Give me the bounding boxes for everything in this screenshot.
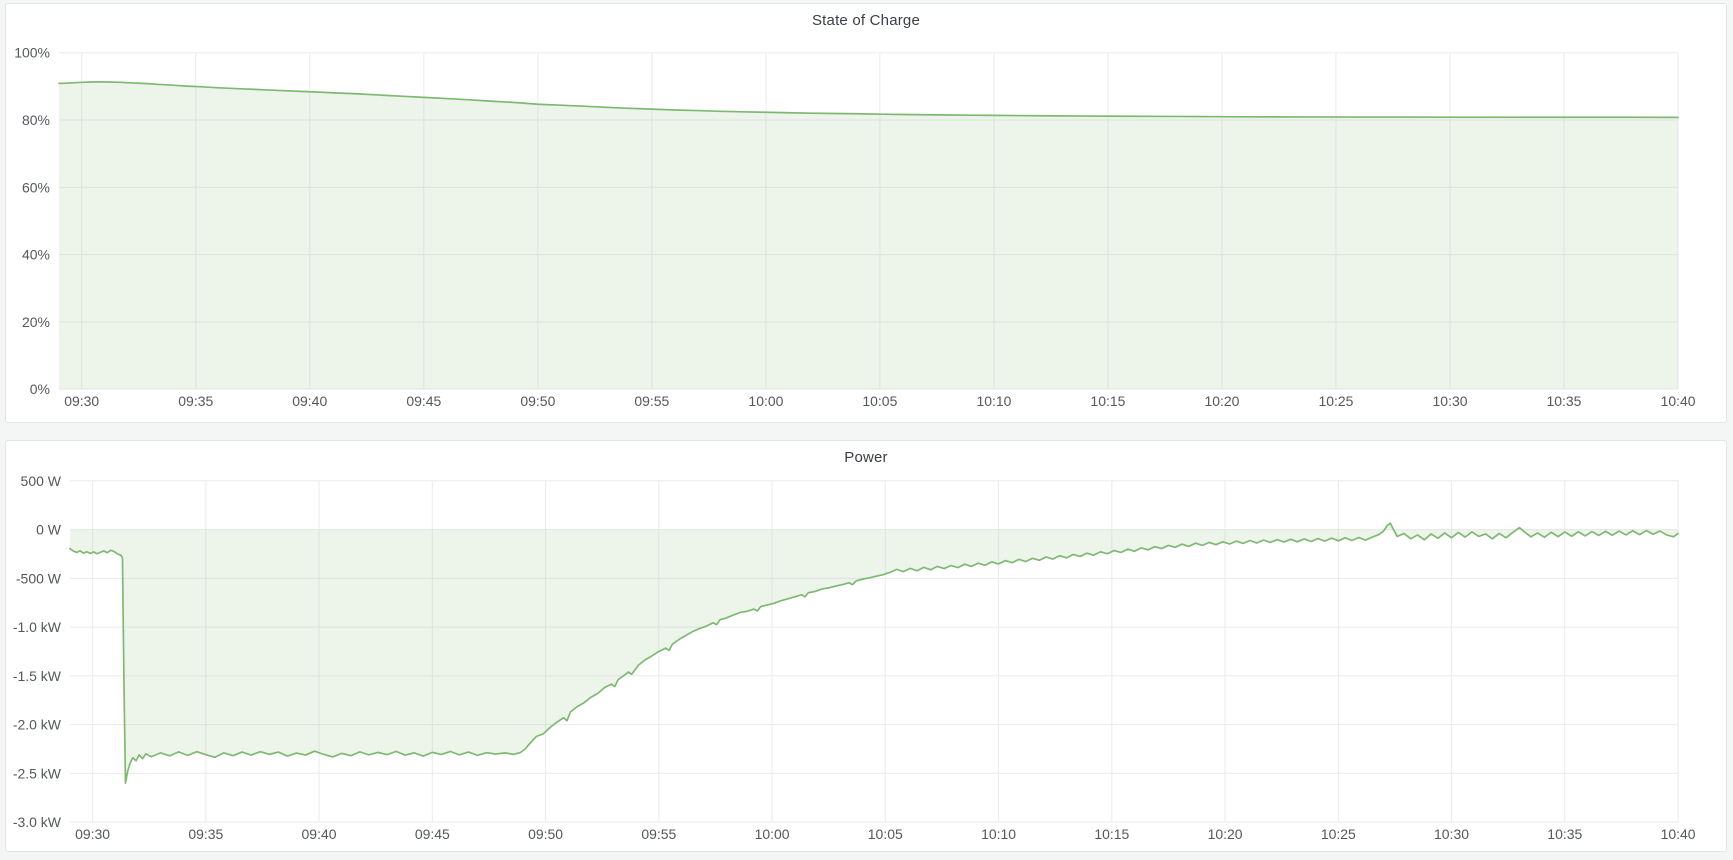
x-axis-tick-label: 10:30: [1434, 826, 1469, 842]
y-axis-tick-label: 40%: [22, 247, 50, 263]
panel-title-power[interactable]: Power: [6, 449, 1726, 466]
panel-state-of-charge: 100% 80% 60% 40% 20% 0% 09:30 09:35 09:40 09:45 09…: [5, 3, 1727, 423]
x-axis-tick-label: 09:45: [406, 393, 441, 409]
y-axis-tick-label: -500 W: [16, 570, 62, 586]
x-axis-tick-label: 10:35: [1547, 393, 1582, 409]
y-axis-tick-label: 60%: [22, 179, 50, 195]
y-axis-tick-label: -2.0 kW: [13, 717, 62, 733]
x-axis-tick-label: 10:40: [1661, 393, 1696, 409]
power-chart-canvas[interactable]: 500 W 0 W -500 W -1.0 kW -1.5 kW -2.0 kW -2.5 …: [6, 441, 1726, 851]
x-axis-tick-label: 09:55: [641, 826, 676, 842]
y-axis-tick-label: -3.0 kW: [13, 814, 62, 830]
y-axis-tick-label: 0%: [30, 381, 50, 397]
x-axis-tick-label: 10:35: [1547, 826, 1582, 842]
panel-title-state-of-charge[interactable]: State of Charge: [6, 12, 1726, 29]
y-axis-tick-label: -1.5 kW: [13, 668, 62, 684]
y-axis-tick-label: -1.0 kW: [13, 619, 62, 635]
x-axis-tick-label: 10:10: [976, 393, 1011, 409]
x-axis-tick-label: 10:25: [1318, 393, 1353, 409]
x-axis-tick-label: 09:35: [178, 393, 213, 409]
x-axis-tick-label: 09:35: [188, 826, 223, 842]
y-axis-tick-label: 500 W: [21, 473, 62, 489]
x-axis-tick-label: 09:40: [302, 826, 337, 842]
x-axis-tick-label: 10:30: [1433, 393, 1468, 409]
x-axis-tick-label: 09:55: [634, 393, 669, 409]
series-area-fill: [70, 523, 1678, 783]
dashboard: { "page": { "background_color": "#f4f5f5…: [0, 0, 1733, 860]
x-axis-tick-label: 10:00: [748, 393, 783, 409]
state-of-charge-chart-canvas[interactable]: 100% 80% 60% 40% 20% 0% 09:30 09:35 09:40 09:45 09…: [6, 4, 1726, 422]
x-axis-tick-label: 09:45: [415, 826, 450, 842]
x-axis-tick-label: 10:00: [755, 826, 790, 842]
x-axis-tick-label: 10:15: [1090, 393, 1125, 409]
y-axis-tick-label: 0 W: [36, 522, 62, 538]
x-axis-tick-label: 10:10: [981, 826, 1016, 842]
x-axis-tick-label: 10:20: [1205, 393, 1240, 409]
y-axis-tick-label: 100%: [14, 45, 50, 61]
series-area-fill: [59, 82, 1678, 389]
x-axis-tick-label: 10:05: [868, 826, 903, 842]
panel-power: 500 W 0 W -500 W -1.0 kW -1.5 kW -2.0 kW -2.5 …: [5, 440, 1727, 852]
x-axis-tick-label: 09:30: [75, 826, 110, 842]
x-axis-tick-label: 10:40: [1661, 826, 1696, 842]
x-axis-tick-label: 09:50: [520, 393, 555, 409]
y-axis-tick-label: -2.5 kW: [13, 765, 62, 781]
y-axis-tick-label: 80%: [22, 112, 50, 128]
x-axis-tick-label: 09:30: [64, 393, 99, 409]
x-axis-tick-label: 10:05: [862, 393, 897, 409]
x-axis-tick-label: 09:50: [528, 826, 563, 842]
x-axis-tick-label: 10:20: [1208, 826, 1243, 842]
x-axis-tick-label: 10:15: [1094, 826, 1129, 842]
y-axis-tick-label: 20%: [22, 314, 50, 330]
x-axis-tick-label: 09:40: [292, 393, 327, 409]
x-axis-tick-label: 10:25: [1321, 826, 1356, 842]
